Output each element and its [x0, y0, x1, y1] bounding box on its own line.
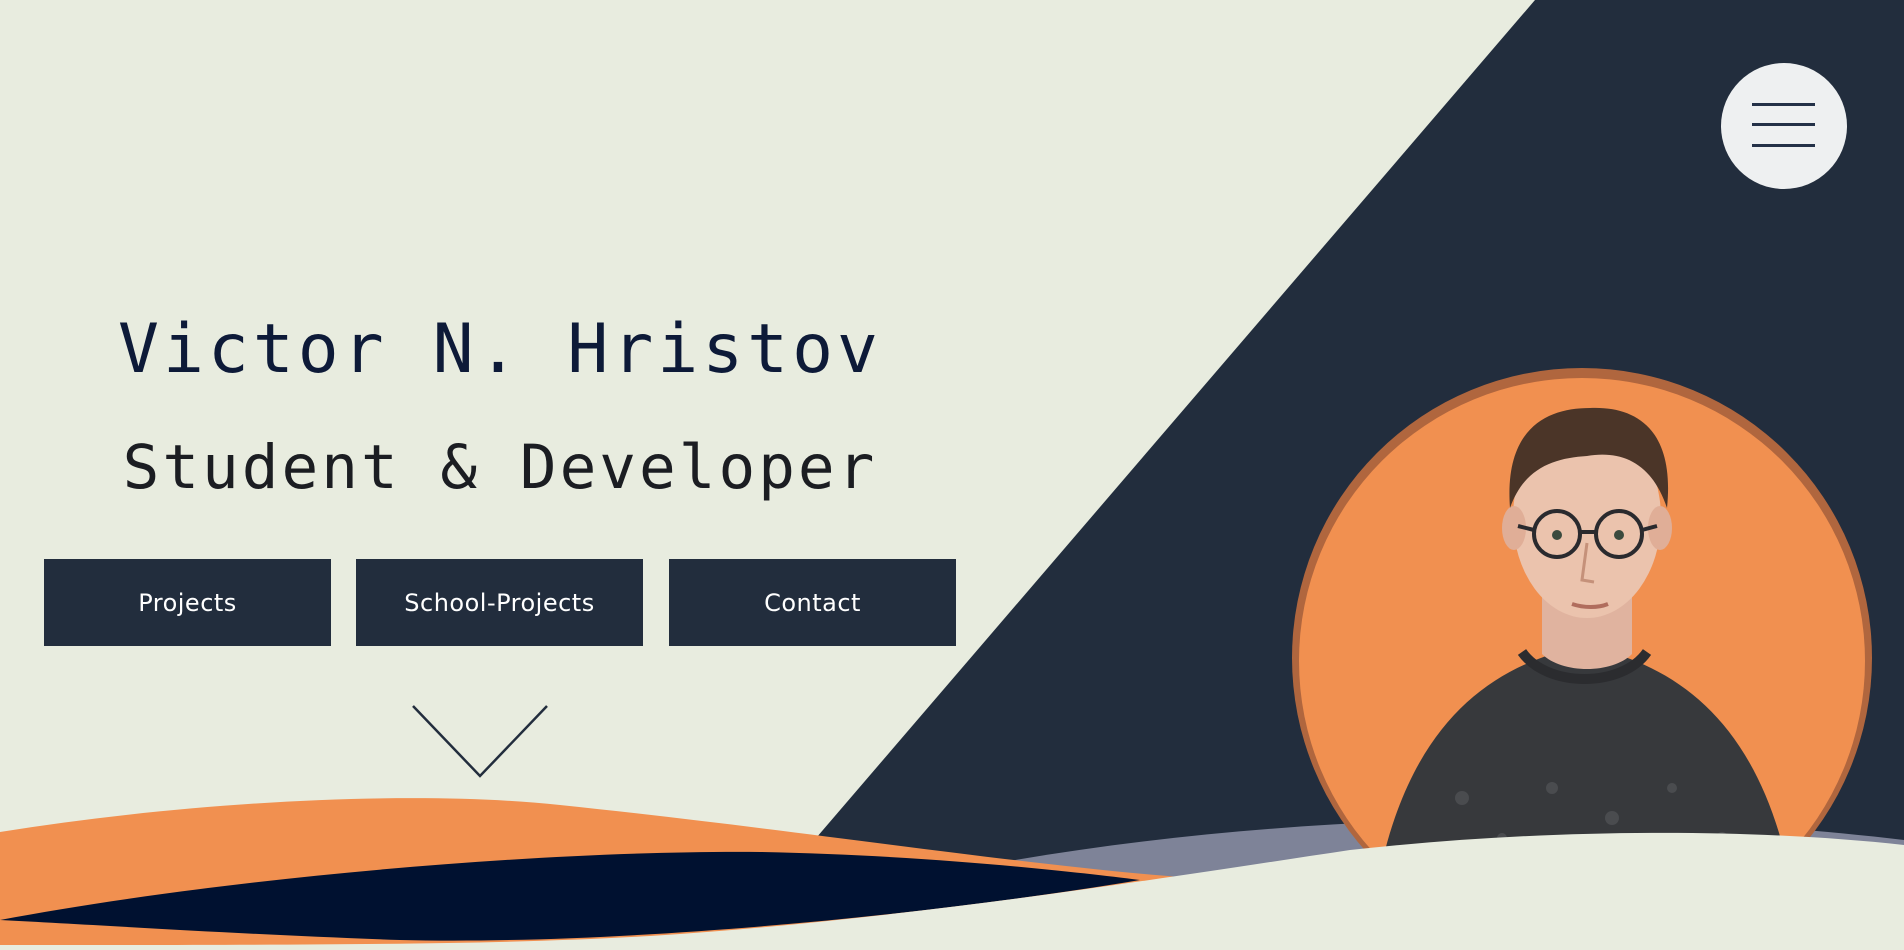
landing-page: Victor N. Hristov Student & Developer Pr… [0, 0, 1904, 950]
contact-button[interactable]: Contact [669, 559, 956, 646]
menu-line-middle [1752, 123, 1815, 126]
chevron-down-icon[interactable] [411, 704, 549, 780]
menu-button[interactable] [1721, 63, 1847, 189]
menu-line-bottom [1752, 144, 1815, 147]
hero-tagline: Student & Developer [122, 432, 878, 503]
projects-button[interactable]: Projects [44, 559, 331, 646]
hero-name: Victor N. Hristov [118, 310, 882, 389]
school-projects-button[interactable]: School-Projects [356, 559, 643, 646]
menu-line-top [1752, 103, 1815, 106]
